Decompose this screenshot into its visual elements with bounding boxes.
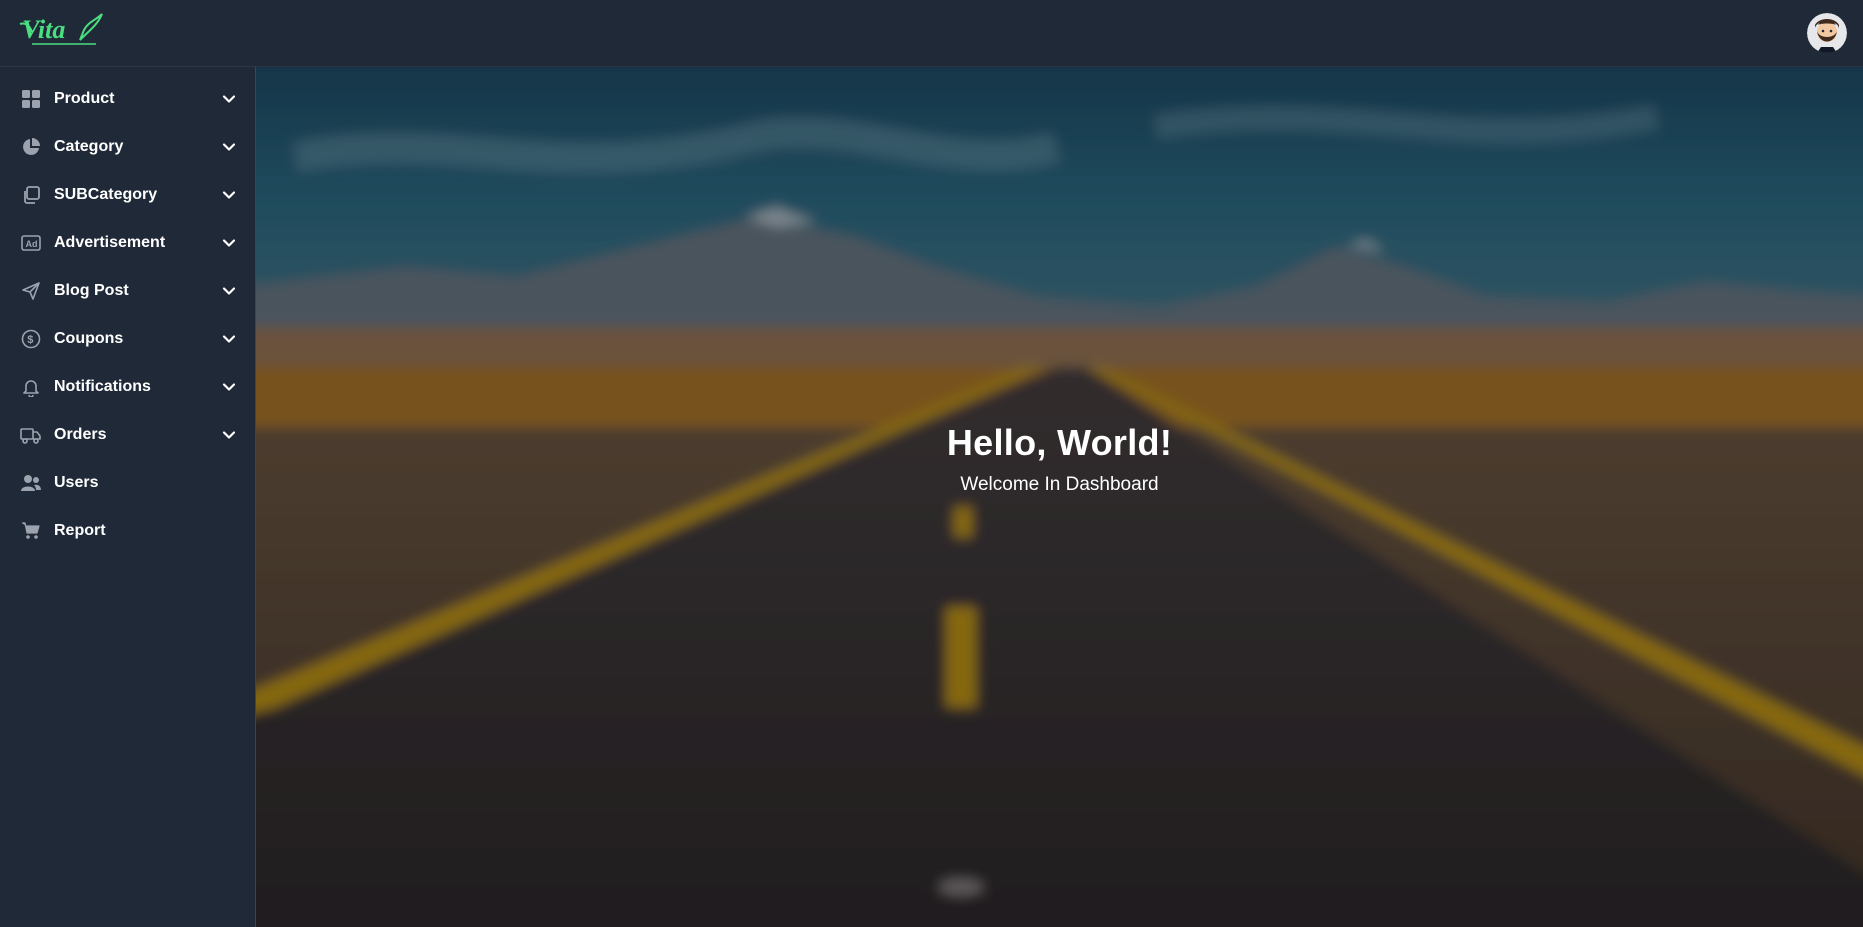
sidebar: Product Category SUBCategory Ad Advertis…	[0, 67, 256, 927]
sidebar-item-subcategory[interactable]: SUBCategory	[0, 171, 255, 219]
svg-text:Ad: Ad	[26, 239, 38, 249]
sidebar-item-label: Users	[54, 474, 99, 491]
sidebar-item-label: Category	[54, 138, 124, 155]
sidebar-item-label: Blog Post	[54, 282, 129, 299]
sidebar-item-label: Advertisement	[54, 234, 166, 251]
sidebar-item-notifications[interactable]: Notifications	[0, 363, 255, 411]
svg-text:$: $	[27, 334, 33, 346]
copy-icon	[20, 184, 42, 206]
main-content: Hello, World! Welcome In Dashboard	[256, 67, 1863, 927]
chevron-down-icon[interactable]	[221, 379, 237, 395]
chevron-down-icon[interactable]	[221, 283, 237, 299]
sidebar-item-product[interactable]: Product	[0, 75, 255, 123]
sidebar-item-advertisement[interactable]: Ad Advertisement	[0, 219, 255, 267]
svg-text:Vita: Vita	[22, 15, 65, 44]
user-avatar-icon	[1807, 13, 1847, 53]
dollar-circle-icon: $	[20, 328, 42, 350]
top-navbar: Vita	[0, 0, 1863, 67]
sidebar-item-blog-post[interactable]: Blog Post	[0, 267, 255, 315]
chevron-down-icon[interactable]	[221, 91, 237, 107]
page-title: Hello, World!	[946, 422, 1173, 463]
road-landscape-image	[256, 67, 1863, 927]
ad-icon: Ad	[20, 232, 42, 254]
cart-icon	[20, 520, 42, 542]
logo-icon: Vita	[19, 13, 103, 45]
sidebar-item-label: SUBCategory	[54, 186, 158, 203]
welcome-hero: Hello, World! Welcome In Dashboard	[256, 422, 1863, 496]
sidebar-item-category[interactable]: Category	[0, 123, 255, 171]
grid-icon	[20, 88, 42, 110]
users-icon	[20, 472, 42, 494]
sidebar-item-label: Report	[54, 522, 106, 539]
sidebar-item-label: Coupons	[54, 330, 124, 347]
sidebar-item-label: Orders	[54, 426, 107, 443]
chevron-down-icon[interactable]	[221, 187, 237, 203]
sidebar-item-label: Notifications	[54, 378, 151, 395]
send-icon	[20, 280, 42, 302]
sidebar-item-users[interactable]: Users	[0, 459, 255, 507]
bell-icon	[20, 376, 42, 398]
sidebar-item-label: Product	[54, 90, 115, 107]
sidebar-item-orders[interactable]: Orders	[0, 411, 255, 459]
pie-chart-icon	[20, 136, 42, 158]
chevron-down-icon[interactable]	[221, 235, 237, 251]
chevron-down-icon[interactable]	[221, 427, 237, 443]
sidebar-item-coupons[interactable]: $ Coupons	[0, 315, 255, 363]
vita-logo[interactable]: Vita	[18, 10, 108, 52]
page-subtitle: Welcome In Dashboard	[960, 474, 1159, 495]
sidebar-item-report[interactable]: Report	[0, 507, 255, 555]
chevron-down-icon[interactable]	[221, 331, 237, 347]
truck-icon	[20, 424, 42, 446]
chevron-down-icon[interactable]	[221, 139, 237, 155]
user-avatar[interactable]	[1807, 13, 1847, 53]
